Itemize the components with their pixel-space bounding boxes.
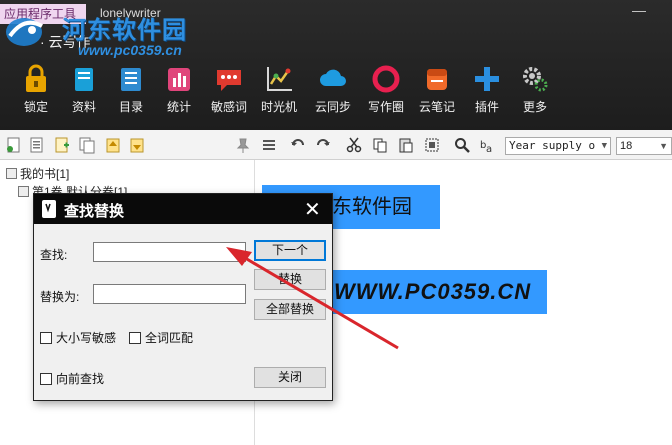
search-backward-checkbox[interactable]: 向前查找 bbox=[40, 370, 104, 387]
cut-icon[interactable] bbox=[345, 136, 363, 154]
tool-label: 写作圈 bbox=[367, 100, 404, 114]
book-icon bbox=[75, 68, 93, 91]
tool-time-machine[interactable]: 时光机 bbox=[252, 60, 306, 126]
undo-icon[interactable] bbox=[289, 136, 307, 154]
checkbox-box bbox=[40, 373, 52, 385]
catalog-icon bbox=[121, 68, 141, 91]
move-up-icon[interactable] bbox=[104, 136, 122, 154]
search-icon[interactable] bbox=[453, 136, 471, 154]
next-button[interactable]: 下一个 bbox=[254, 240, 326, 261]
ribbon-tools: 锁定 资料 目录 统计 敏感词 时光机 云同步 写作圈 云笔记 插件 更多 bbox=[0, 60, 672, 126]
stats-icon bbox=[168, 68, 190, 91]
font-family-value: Year supply o bbox=[509, 139, 596, 152]
match-case-label: 大小写敏感 bbox=[56, 331, 117, 345]
tool-writing-circle[interactable]: 写作圈 bbox=[359, 60, 413, 126]
tool-label: 云笔记 bbox=[418, 100, 455, 114]
notebook-icon bbox=[42, 200, 56, 218]
new-chapter-icon[interactable] bbox=[5, 136, 23, 154]
whole-word-checkbox[interactable]: 全词匹配 bbox=[129, 329, 193, 346]
tree-node-icon bbox=[18, 186, 29, 197]
tool-label: 资料 bbox=[71, 100, 96, 114]
chart-icon bbox=[267, 67, 292, 91]
font-size-value: 18 bbox=[620, 140, 633, 152]
move-down-icon[interactable] bbox=[128, 136, 146, 154]
plus-icon bbox=[475, 67, 499, 91]
tool-more[interactable]: 更多 bbox=[508, 60, 562, 126]
tool-stats[interactable]: 统计 bbox=[152, 60, 206, 126]
tool-sensitive-words[interactable]: 敏感词 bbox=[202, 60, 256, 126]
search-backward-label: 向前查找 bbox=[56, 372, 105, 386]
tool-label: 云同步 bbox=[314, 100, 351, 114]
chat-icon bbox=[217, 70, 241, 91]
ring-icon bbox=[372, 65, 400, 93]
tool-label: 目录 bbox=[118, 100, 143, 114]
ribbon: 应用程序工具 lonelywriter — · 云写作 河东软件园 www.pc… bbox=[0, 0, 672, 130]
tool-label: 敏感词 bbox=[210, 100, 247, 114]
lock-icon bbox=[26, 64, 46, 92]
match-case-checkbox[interactable]: 大小写敏感 bbox=[40, 329, 116, 346]
select-all-icon[interactable] bbox=[423, 136, 441, 154]
tool-label: 锁定 bbox=[23, 100, 48, 114]
replace-input[interactable] bbox=[93, 284, 246, 304]
chevron-down-icon: ▼ bbox=[601, 141, 607, 151]
replace-button[interactable]: 替换 bbox=[254, 269, 326, 290]
tool-label: 更多 bbox=[522, 100, 547, 114]
copy-page-icon[interactable] bbox=[78, 136, 96, 154]
watermark-site-name: 河东软件园 bbox=[62, 16, 187, 44]
checkbox-box bbox=[40, 332, 52, 344]
redo-icon[interactable] bbox=[314, 136, 332, 154]
paste-icon[interactable] bbox=[397, 136, 415, 154]
tool-catalog[interactable]: 目录 bbox=[104, 60, 158, 126]
font-family-select[interactable]: Year supply o ▼ bbox=[505, 137, 611, 155]
add-page-icon[interactable] bbox=[53, 136, 71, 154]
svg-text:a: a bbox=[486, 144, 492, 154]
watermark-url: www.pc0359.cn bbox=[78, 42, 182, 58]
whole-word-label: 全词匹配 bbox=[145, 331, 194, 345]
tool-cloud-sync[interactable]: 云同步 bbox=[306, 60, 360, 126]
find-input[interactable] bbox=[93, 242, 246, 262]
copy-icon[interactable] bbox=[371, 136, 389, 154]
document-icon[interactable] bbox=[28, 136, 46, 154]
tool-cloud-notes[interactable]: 云笔记 bbox=[410, 60, 464, 126]
gears-icon bbox=[523, 67, 548, 92]
cloud-icon bbox=[320, 69, 346, 86]
watermark-logo-icon bbox=[6, 18, 43, 46]
close-button[interactable]: 关闭 bbox=[254, 367, 326, 388]
tool-materials[interactable]: 资料 bbox=[57, 60, 111, 126]
tool-plugins[interactable]: 插件 bbox=[460, 60, 514, 126]
find-label: 查找: bbox=[40, 248, 68, 262]
list-view-icon[interactable] bbox=[260, 136, 278, 154]
pin-icon[interactable] bbox=[234, 136, 252, 154]
minimize-button[interactable]: — bbox=[632, 2, 646, 18]
dialog-title: 查找替换 bbox=[64, 203, 125, 220]
tool-lock[interactable]: 锁定 bbox=[9, 60, 63, 126]
close-icon[interactable]: ✕ bbox=[304, 197, 321, 222]
tool-label: 插件 bbox=[474, 100, 499, 114]
tool-label: 时光机 bbox=[260, 100, 297, 114]
find-replace-dialog: 查找替换 ✕ 查找: 下一个 替换 替换为: 全部替换 大小写敏感 全词匹配 向… bbox=[33, 193, 333, 401]
checkbox-box bbox=[129, 332, 141, 344]
dialog-header[interactable]: 查找替换 ✕ bbox=[34, 194, 332, 224]
tree-item-root[interactable]: 我的书[1] bbox=[6, 165, 69, 182]
replace-all-button[interactable]: 全部替换 bbox=[254, 299, 326, 320]
tool-label: 统计 bbox=[166, 100, 191, 114]
tree-node-icon bbox=[6, 168, 17, 179]
replace-label: 替换为: bbox=[40, 290, 80, 304]
chevron-down-icon: ▼ bbox=[659, 141, 668, 151]
note-icon bbox=[427, 69, 447, 90]
replace-text-icon[interactable]: ba bbox=[478, 136, 496, 154]
tree-item-label: 我的书[1] bbox=[20, 167, 70, 181]
font-size-select[interactable]: 18 ▼ bbox=[616, 137, 672, 155]
